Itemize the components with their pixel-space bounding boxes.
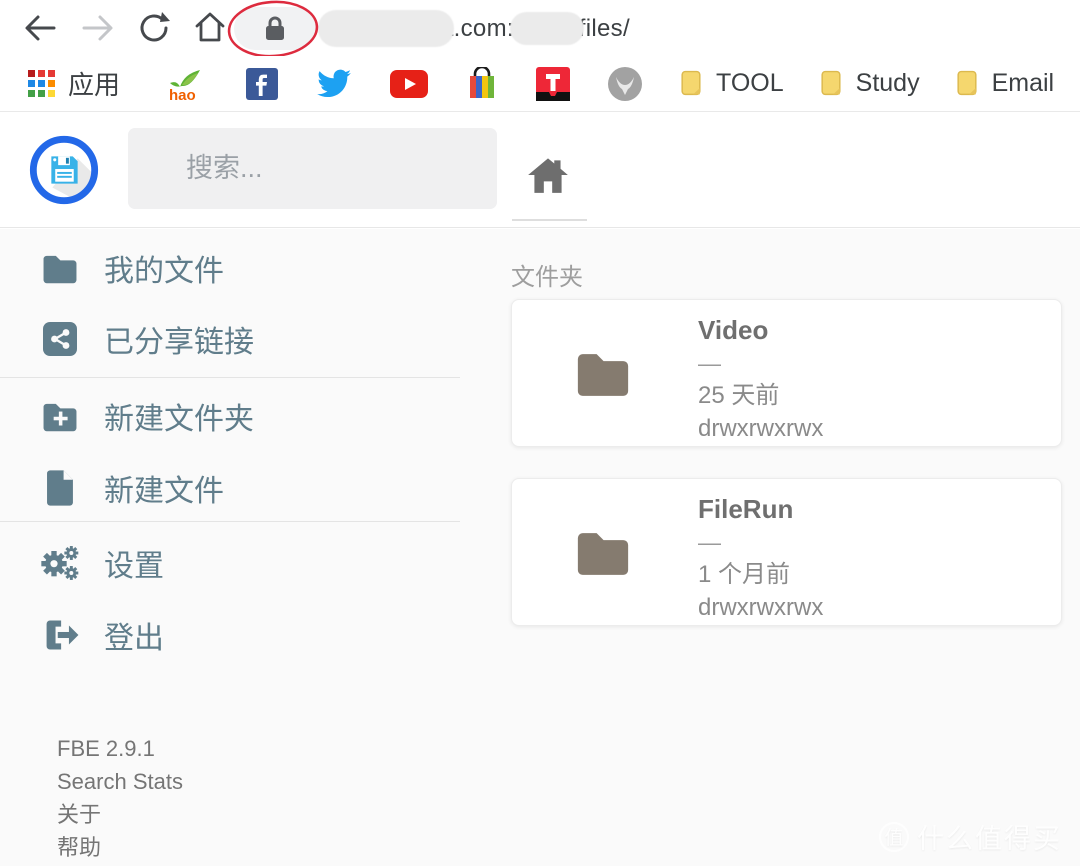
reload-icon — [136, 10, 172, 46]
breadcrumb-home-icon — [525, 153, 571, 195]
url-redaction-patch — [510, 12, 584, 45]
app-logo[interactable] — [27, 133, 101, 207]
shopping-bag-icon — [466, 67, 498, 101]
facebook-icon — [246, 68, 278, 100]
content-area: 我的文件 已分享链接 — [0, 229, 1080, 866]
browser-window: a.com: /files/ 应用 hao — [0, 0, 1080, 866]
folder-bookmark-icon — [956, 70, 979, 97]
folder-name: Video — [698, 313, 823, 347]
bookmark-apps-label: 应用 — [68, 65, 120, 102]
app-header — [0, 113, 1080, 228]
bookmark-folder-tool[interactable]: TOOL — [680, 69, 784, 98]
sidebar-item-label: 设置 — [104, 541, 164, 585]
folder-icon — [40, 253, 80, 284]
sidebar-item-shared-links[interactable]: 已分享链接 — [40, 318, 254, 360]
bookmark-hao123[interactable]: hao — [162, 65, 208, 103]
sidebar-divider — [0, 377, 460, 378]
folder-modified: 25 天前 — [698, 379, 823, 412]
t-site-icon — [536, 67, 570, 101]
search-bar[interactable] — [128, 128, 497, 209]
home-icon — [191, 9, 229, 47]
folder-permissions: drwxrwxrwx — [698, 412, 823, 445]
folder-icon — [574, 350, 632, 402]
sidebar-item-new-folder[interactable]: 新建文件夹 — [40, 395, 254, 437]
floppy-logo-icon — [27, 133, 101, 207]
folder-name: FileRun — [698, 492, 823, 526]
youtube-icon — [390, 70, 428, 98]
bookmark-twitter[interactable] — [316, 68, 352, 100]
apps-grid-icon — [28, 70, 55, 97]
sidebar-item-label: 已分享链接 — [104, 317, 254, 361]
footer-link-help[interactable]: 帮助 — [57, 831, 183, 864]
sidebar-item-logout[interactable]: 登出 — [40, 614, 164, 656]
sidebar-item-label: 登出 — [104, 613, 164, 657]
sidebar-item-label: 我的文件 — [104, 246, 224, 290]
footer-link-search-stats[interactable]: Search Stats — [57, 765, 183, 798]
bookmark-folder-label: Email — [992, 69, 1055, 98]
watermark-badge: 值 — [879, 822, 909, 852]
bookmark-emblem[interactable] — [608, 67, 642, 101]
hao123-icon: hao — [162, 65, 208, 103]
bookmark-folder-study[interactable]: Study — [820, 69, 920, 98]
home-button[interactable] — [190, 8, 230, 48]
breadcrumb-underline — [512, 219, 587, 221]
section-title-folders: 文件夹 — [511, 257, 583, 292]
gray-emblem-icon — [608, 67, 642, 101]
sidebar-item-label: 新建文件 — [104, 466, 224, 510]
folder-card-filerun[interactable]: FileRun — 1 个月前 drwxrwxrwx — [511, 478, 1062, 626]
folder-card-video[interactable]: Video — 25 天前 drwxrwxrwx — [511, 299, 1062, 447]
sidebar-divider — [0, 521, 460, 522]
search-input[interactable] — [186, 153, 540, 184]
watermark-text: 什么值得买 — [917, 817, 1062, 856]
back-button[interactable] — [20, 8, 60, 48]
logout-icon — [40, 619, 80, 651]
breadcrumb-home[interactable] — [525, 153, 571, 195]
site-security-chip[interactable] — [234, 7, 316, 50]
bookmark-youtube[interactable] — [390, 70, 428, 98]
sidebar-item-new-file[interactable]: 新建文件 — [40, 467, 224, 509]
smzdm-watermark: 值 什么值得买 — [879, 817, 1062, 856]
lock-icon — [263, 15, 287, 43]
share-icon — [40, 322, 80, 356]
svg-text:hao: hao — [169, 87, 196, 103]
folder-bookmark-icon — [680, 70, 703, 97]
app-footer: FBE 2.9.1 Search Stats 关于 帮助 — [57, 732, 183, 864]
address-bar[interactable]: a.com: /files/ — [318, 7, 630, 50]
browser-toolbar: a.com: /files/ — [0, 0, 1080, 56]
forward-button[interactable] — [78, 8, 118, 48]
bookmark-t-site[interactable] — [536, 67, 570, 101]
forward-icon — [79, 9, 117, 47]
file-icon — [40, 470, 80, 506]
bookmarks-bar: 应用 hao — [0, 56, 1080, 112]
sidebar-item-settings[interactable]: 设置 — [40, 542, 164, 584]
folder-modified: 1 个月前 — [698, 558, 823, 591]
url-redaction-patch — [318, 10, 454, 47]
bookmark-apps[interactable]: 应用 — [28, 65, 120, 102]
bookmark-folder-label: Study — [856, 69, 920, 98]
bookmark-facebook[interactable] — [246, 68, 278, 100]
folder-size: — — [698, 347, 823, 379]
bookmark-folder-email[interactable]: Email — [956, 69, 1055, 98]
twitter-icon — [316, 68, 352, 100]
reload-button[interactable] — [134, 8, 174, 48]
back-icon — [21, 9, 59, 47]
sidebar-item-label: 新建文件夹 — [104, 394, 254, 438]
folder-icon — [574, 529, 632, 581]
sidebar-item-my-files[interactable]: 我的文件 — [40, 247, 224, 289]
folder-size: — — [698, 526, 823, 558]
footer-link-about[interactable]: 关于 — [57, 798, 183, 831]
gears-icon — [40, 543, 80, 583]
folder-plus-icon — [40, 401, 80, 432]
bookmark-folder-label: TOOL — [716, 69, 784, 98]
folder-permissions: drwxrwxrwx — [698, 591, 823, 624]
folder-bookmark-icon — [820, 70, 843, 97]
bookmark-shopping[interactable] — [466, 67, 498, 101]
app-version: FBE 2.9.1 — [57, 732, 183, 765]
